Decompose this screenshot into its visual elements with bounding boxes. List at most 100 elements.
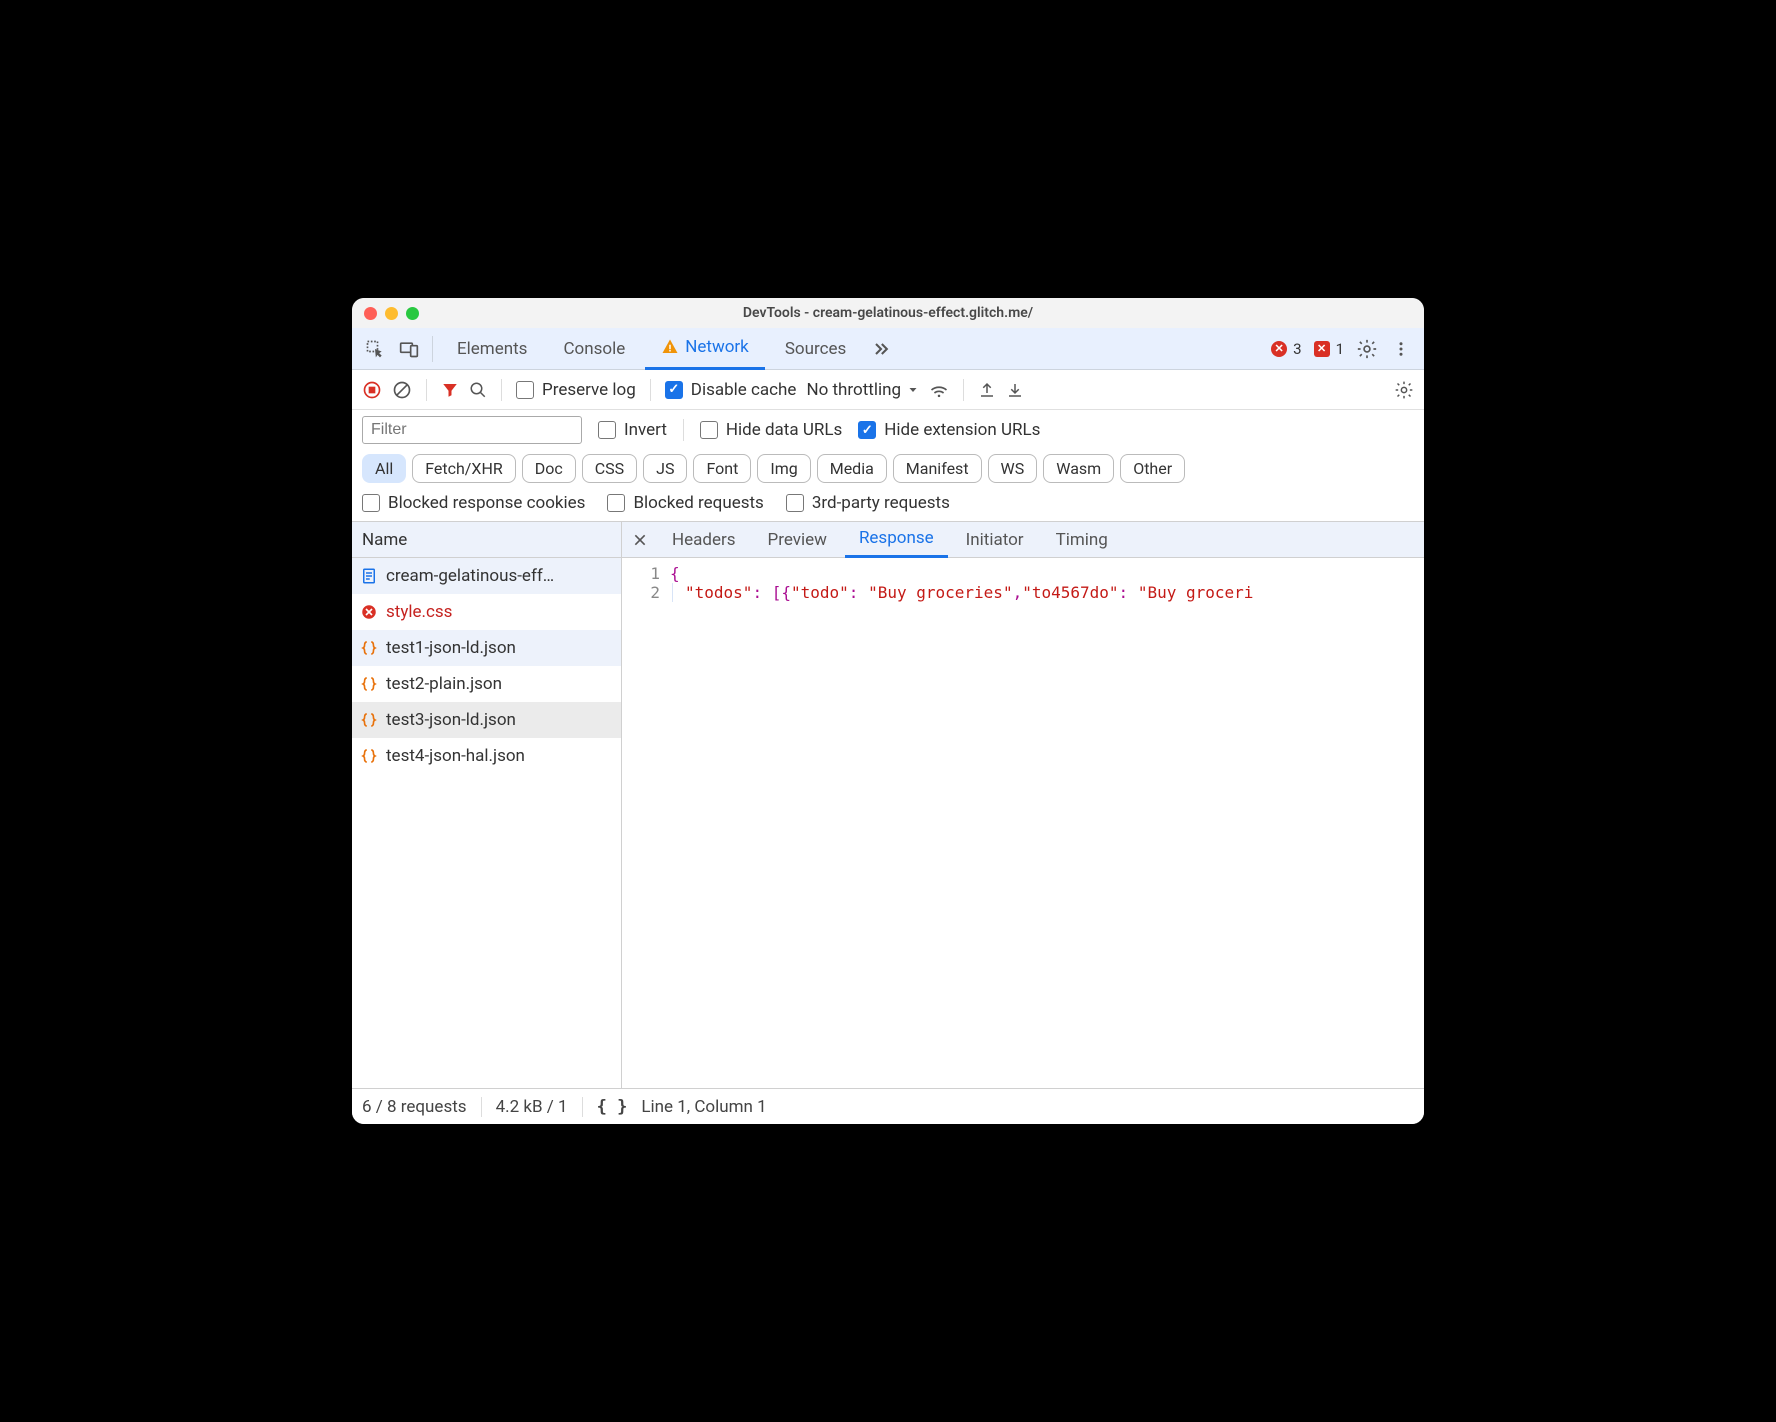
record-button[interactable] — [362, 380, 382, 400]
tab-sources[interactable]: Sources — [769, 328, 862, 370]
chip-ws[interactable]: WS — [988, 454, 1038, 483]
document-icon — [360, 567, 378, 585]
more-tabs-icon[interactable] — [866, 334, 896, 364]
third-party-checkbox[interactable]: 3rd-party requests — [786, 493, 950, 513]
hide-extension-urls-label: Hide extension URLs — [884, 420, 1040, 440]
invert-label: Invert — [624, 420, 667, 440]
list-header-name[interactable]: Name — [352, 522, 621, 558]
hide-data-urls-label: Hide data URLs — [726, 420, 842, 440]
search-icon[interactable] — [469, 381, 487, 399]
dtab-response[interactable]: Response — [845, 522, 948, 558]
request-name: test1-json-ld.json — [386, 638, 516, 658]
code-lines: {"todos": [{"todo": "Buy groceries","to4… — [670, 558, 1424, 1088]
detail-tabs: Headers Preview Response Initiator Timin… — [622, 522, 1424, 558]
request-row[interactable]: cream-gelatinous-eff… — [352, 558, 621, 594]
download-har-icon[interactable] — [1006, 381, 1024, 399]
checkbox-icon — [516, 381, 534, 399]
pretty-print-icon[interactable]: { } — [597, 1097, 628, 1117]
separator — [650, 379, 651, 401]
request-row[interactable]: test1-json-ld.json — [352, 630, 621, 666]
issue-count[interactable]: ✕ 1 — [1314, 340, 1344, 358]
hide-extension-urls-checkbox[interactable]: Hide extension URLs — [858, 420, 1040, 440]
close-detail-icon[interactable] — [626, 526, 654, 554]
settings-icon[interactable] — [1352, 334, 1382, 364]
chip-manifest[interactable]: Manifest — [893, 454, 982, 483]
checkbox-icon — [607, 494, 625, 512]
chip-media[interactable]: Media — [817, 454, 887, 483]
throttling-label: No throttling — [806, 380, 901, 400]
tab-elements[interactable]: Elements — [441, 328, 543, 370]
dtab-headers[interactable]: Headers — [658, 522, 750, 558]
preserve-log-checkbox[interactable]: Preserve log — [516, 380, 636, 400]
kebab-menu-icon[interactable] — [1386, 334, 1416, 364]
invert-checkbox[interactable]: Invert — [598, 420, 667, 440]
network-main-split: Name cream-gelatinous-eff… style.css test1… — [352, 522, 1424, 1088]
issue-count-value: 1 — [1336, 340, 1344, 358]
blocked-requests-label: Blocked requests — [633, 493, 763, 513]
chip-img[interactable]: Img — [757, 454, 810, 483]
dtab-timing[interactable]: Timing — [1042, 522, 1122, 558]
checkbox-icon — [362, 494, 380, 512]
blocked-cookies-label: Blocked response cookies — [388, 493, 585, 513]
devtools-window: DevTools - cream-gelatinous-effect.glitc… — [352, 298, 1424, 1124]
tab-console[interactable]: Console — [547, 328, 641, 370]
separator — [501, 379, 502, 401]
chevron-down-icon — [907, 384, 919, 396]
titlebar: DevTools - cream-gelatinous-effect.glitc… — [352, 298, 1424, 328]
chip-all[interactable]: All — [362, 454, 406, 483]
request-row[interactable]: test4-json-hal.json — [352, 738, 621, 774]
device-toggle-icon[interactable] — [394, 334, 424, 364]
request-row[interactable]: test3-json-ld.json — [352, 702, 621, 738]
separator — [683, 419, 684, 441]
blocked-cookies-checkbox[interactable]: Blocked response cookies — [362, 493, 585, 513]
tab-network[interactable]: Network — [645, 328, 765, 370]
status-transfer: 4.2 kB / 1 — [496, 1097, 568, 1117]
maximize-window-button[interactable] — [406, 307, 419, 320]
request-name: test2-plain.json — [386, 674, 502, 694]
request-row[interactable]: test2-plain.json — [352, 666, 621, 702]
chip-wasm[interactable]: Wasm — [1043, 454, 1114, 483]
line-gutter: 1 2 — [622, 558, 670, 1088]
upload-har-icon[interactable] — [978, 381, 996, 399]
network-conditions-icon[interactable] — [929, 380, 949, 400]
checkbox-icon — [665, 381, 683, 399]
request-name: cream-gelatinous-eff… — [386, 566, 554, 586]
dtab-preview[interactable]: Preview — [754, 522, 841, 558]
chip-doc[interactable]: Doc — [522, 454, 576, 483]
line-number: 2 — [622, 583, 660, 602]
close-window-button[interactable] — [364, 307, 377, 320]
tab-elements-label: Elements — [457, 339, 527, 359]
line-number: 1 — [622, 564, 660, 583]
chip-js[interactable]: JS — [643, 454, 687, 483]
chip-font[interactable]: Font — [693, 454, 751, 483]
request-detail-pane: Headers Preview Response Initiator Timin… — [622, 522, 1424, 1088]
request-row[interactable]: style.css — [352, 594, 621, 630]
clear-icon[interactable] — [392, 380, 412, 400]
filter-row: Invert Hide data URLs Hide extension URL… — [352, 410, 1424, 450]
chip-other[interactable]: Other — [1120, 454, 1185, 483]
disable-cache-label: Disable cache — [691, 380, 797, 400]
hide-data-urls-checkbox[interactable]: Hide data URLs — [700, 420, 842, 440]
tab-sources-label: Sources — [785, 339, 846, 359]
filter-input[interactable] — [362, 416, 582, 444]
minimize-window-button[interactable] — [385, 307, 398, 320]
error-icon: ✕ — [1271, 341, 1287, 357]
dtab-initiator[interactable]: Initiator — [952, 522, 1038, 558]
inspect-element-icon[interactable] — [360, 334, 390, 364]
blocked-requests-checkbox[interactable]: Blocked requests — [607, 493, 763, 513]
chip-fetch-xhr[interactable]: Fetch/XHR — [412, 454, 516, 483]
request-name: test3-json-ld.json — [386, 710, 516, 730]
chip-css[interactable]: CSS — [582, 454, 637, 483]
separator — [582, 1097, 583, 1117]
error-count[interactable]: ✕ 3 — [1271, 340, 1301, 358]
status-bar: 6 / 8 requests 4.2 kB / 1 { } Line 1, Co… — [352, 1088, 1424, 1124]
separator — [432, 336, 433, 362]
error-count-value: 3 — [1293, 340, 1301, 358]
filter-icon[interactable] — [441, 381, 459, 399]
disable-cache-checkbox[interactable]: Disable cache — [665, 380, 797, 400]
network-settings-icon[interactable] — [1394, 380, 1414, 400]
window-title: DevTools - cream-gelatinous-effect.glitc… — [352, 305, 1424, 321]
request-name: style.css — [386, 602, 452, 622]
response-code-area[interactable]: 1 2 {"todos": [{"todo": "Buy groceries",… — [622, 558, 1424, 1088]
throttling-select[interactable]: No throttling — [806, 380, 919, 400]
